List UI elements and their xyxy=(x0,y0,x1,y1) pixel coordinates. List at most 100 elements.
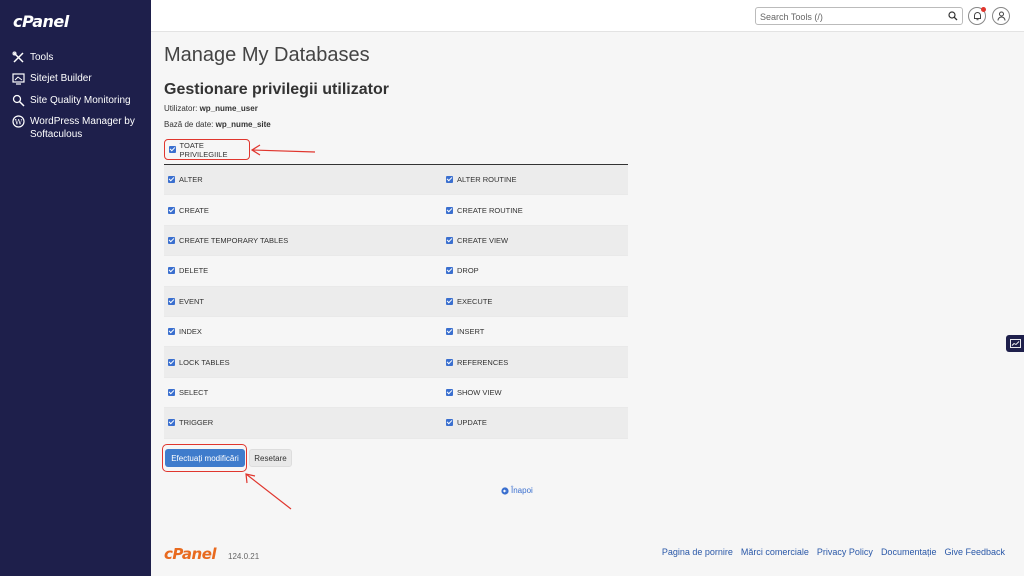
privilege-checkbox[interactable]: INDEX xyxy=(164,327,442,336)
magnifier-icon xyxy=(12,94,25,107)
sitejet-icon xyxy=(12,73,25,85)
privilege-checkbox[interactable]: DELETE xyxy=(164,266,442,275)
checkbox-checked[interactable] xyxy=(446,236,453,244)
footer-link-docs[interactable]: Documentație xyxy=(881,547,937,557)
stats-panel-toggle[interactable] xyxy=(1006,335,1024,352)
checkbox-checked[interactable] xyxy=(169,146,176,153)
bell-icon xyxy=(973,12,981,21)
tools-icon xyxy=(12,51,24,63)
privilege-label: TRIGGER xyxy=(179,418,214,428)
top-bar xyxy=(151,0,1024,32)
chart-icon xyxy=(1009,339,1021,348)
checkbox-checked[interactable] xyxy=(446,358,453,366)
search-icon[interactable] xyxy=(948,11,958,21)
privilege-label: ALTER xyxy=(179,175,203,185)
privilege-checkbox[interactable]: CREATE ROUTINE xyxy=(442,206,523,215)
checkbox-checked[interactable] xyxy=(446,206,453,214)
notifications-button[interactable] xyxy=(968,7,986,25)
privilege-checkbox[interactable]: CREATE TEMPORARY TABLES xyxy=(164,236,442,245)
user-menu-button[interactable] xyxy=(992,7,1010,25)
database-label: Bază de date: xyxy=(164,120,214,129)
checkbox-checked[interactable] xyxy=(168,206,175,214)
footer-link-feedback[interactable]: Give Feedback xyxy=(944,547,1005,557)
cpanel-logo[interactable]: cPanel xyxy=(13,12,69,31)
checkbox-checked[interactable] xyxy=(446,297,453,305)
privilege-label: SELECT xyxy=(179,387,209,397)
privilege-label: INSERT xyxy=(457,327,485,337)
privilege-checkbox[interactable]: INSERT xyxy=(442,327,484,336)
privilege-label: SHOW VIEW xyxy=(457,387,502,397)
checkbox-checked[interactable] xyxy=(168,388,175,396)
checkbox-checked[interactable] xyxy=(168,176,175,184)
checkbox-checked[interactable] xyxy=(168,328,175,336)
sidebar: cPanel Tools Sitejet Builder Site Qualit… xyxy=(0,0,151,576)
privilege-label: DELETE xyxy=(179,266,209,276)
privilege-label: EXECUTE xyxy=(457,296,493,306)
footer-logo: cPanel xyxy=(164,545,217,563)
table-row: EVENT EXECUTE xyxy=(164,286,628,317)
all-privileges-label: TOATE PRIVILEGIILE xyxy=(179,140,228,159)
checkbox-checked[interactable] xyxy=(446,388,453,396)
checkbox-checked[interactable] xyxy=(168,236,175,244)
sidebar-item-site-quality[interactable]: Site Quality Monitoring xyxy=(12,94,140,107)
checkbox-checked[interactable] xyxy=(168,267,175,275)
privilege-label: CREATE TEMPORARY TABLES xyxy=(179,235,289,245)
table-row: SELECT SHOW VIEW xyxy=(164,377,628,409)
privilege-label: INDEX xyxy=(179,327,202,337)
privilege-checkbox[interactable]: ALTER xyxy=(164,175,442,184)
arrow-left-circle-icon xyxy=(501,486,509,495)
checkbox-checked[interactable] xyxy=(168,358,175,366)
all-privileges-checkbox[interactable]: TOATE PRIVILEGIILE xyxy=(164,139,250,160)
table-row: INDEX INSERT xyxy=(164,316,628,348)
privilege-checkbox[interactable]: ALTER ROUTINE xyxy=(442,175,516,184)
footer-link-privacy[interactable]: Privacy Policy xyxy=(817,547,873,557)
privilege-checkbox[interactable]: REFERENCES xyxy=(442,358,508,367)
checkbox-checked[interactable] xyxy=(446,419,453,427)
privilege-checkbox[interactable]: EXECUTE xyxy=(442,297,492,306)
footer-link-home[interactable]: Pagina de pornire xyxy=(662,547,733,557)
annotation-arrow-all-privileges xyxy=(251,149,316,153)
privilege-checkbox[interactable]: UPDATE xyxy=(442,418,487,427)
privileges-table: ALTER ALTER ROUTINE CREATE CREATE ROUTINE CR… xyxy=(164,165,628,439)
checkbox-checked[interactable] xyxy=(446,176,453,184)
footer-link-trademarks[interactable]: Mărci comerciale xyxy=(741,547,809,557)
apply-changes-button[interactable]: Efectuați modificări xyxy=(165,449,245,467)
privilege-checkbox[interactable]: CREATE xyxy=(164,206,442,215)
table-row: TRIGGER UPDATE xyxy=(164,408,628,439)
reset-button[interactable]: Resetare xyxy=(249,449,292,467)
privilege-checkbox[interactable]: SELECT xyxy=(164,388,442,397)
sidebar-item-tools[interactable]: Tools xyxy=(12,51,140,64)
checkbox-checked[interactable] xyxy=(446,328,453,336)
section-title: Gestionare privilegii utilizator xyxy=(164,81,389,98)
annotation-arrow-apply-button xyxy=(245,473,292,510)
checkbox-checked[interactable] xyxy=(168,419,175,427)
table-row: LOCK TABLES REFERENCES xyxy=(164,347,628,378)
annotation-arrowhead xyxy=(245,473,256,484)
privilege-label: DROP xyxy=(457,266,479,276)
version-label: 124.0.21 xyxy=(228,552,260,561)
sidebar-item-wordpress[interactable]: W WordPress Manager by Softaculous xyxy=(12,115,140,141)
privilege-checkbox[interactable]: TRIGGER xyxy=(164,418,442,427)
privilege-checkbox[interactable]: LOCK TABLES xyxy=(164,358,442,367)
privilege-label: CREATE VIEW xyxy=(457,235,509,245)
table-row: CREATE CREATE ROUTINE xyxy=(164,195,628,226)
search-input[interactable] xyxy=(760,11,945,22)
privilege-checkbox[interactable]: SHOW VIEW xyxy=(442,388,502,397)
notification-dot xyxy=(981,7,986,12)
checkbox-checked[interactable] xyxy=(168,297,175,305)
privilege-label: UPDATE xyxy=(457,418,487,428)
checkbox-checked[interactable] xyxy=(446,267,453,275)
user-label: Utilizator: xyxy=(164,104,198,113)
table-row: DELETE DROP xyxy=(164,256,628,287)
search-box[interactable] xyxy=(755,7,963,25)
database-info: Bază de date: wp_nume_site xyxy=(164,120,271,129)
privilege-checkbox[interactable]: EVENT xyxy=(164,297,442,306)
sidebar-item-sitejet[interactable]: Sitejet Builder xyxy=(12,72,140,85)
privilege-checkbox[interactable]: CREATE VIEW xyxy=(442,236,508,245)
sidebar-item-label: Site Quality Monitoring xyxy=(30,95,131,106)
privilege-label: EVENT xyxy=(179,296,205,306)
user-info: Utilizator: wp_nume_user xyxy=(164,104,258,113)
back-link[interactable]: Înapoi xyxy=(501,486,533,495)
wordpress-icon: W xyxy=(12,115,25,128)
privilege-checkbox[interactable]: DROP xyxy=(442,266,479,275)
